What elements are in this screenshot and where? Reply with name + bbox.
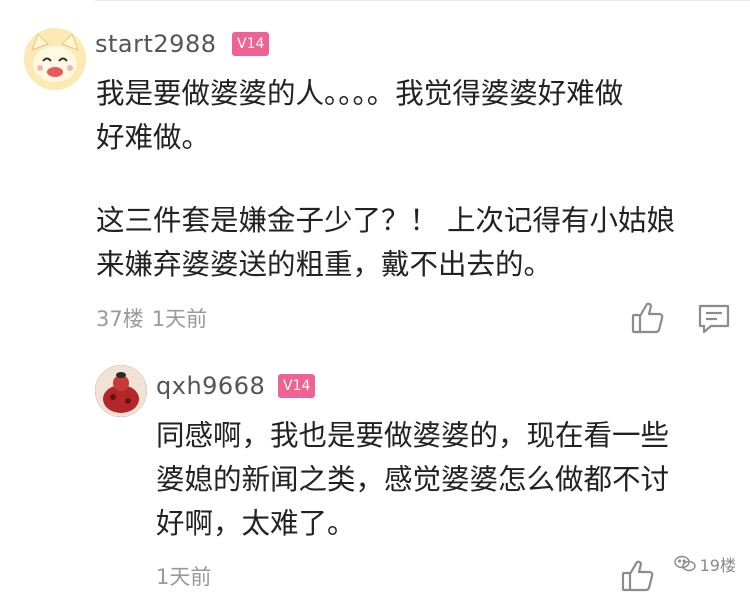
reply-line-2: 婆媳的新闻之类，感觉婆婆怎么做都不讨	[156, 463, 670, 496]
comment-line-4: 这三件套是嫌金子少了？！ 上次记得有小姑娘	[96, 204, 676, 237]
reply-line-1: 同感啊，我也是要做婆婆的，现在看一些	[156, 419, 670, 452]
comment-thread: start2988 V14 我是要做婆婆的人。。。。我觉得婆婆好难做 好难做。 …	[0, 0, 750, 596]
comment-icon[interactable]	[697, 302, 733, 338]
thumbs-up-icon[interactable]	[630, 300, 666, 336]
wechat-icon	[673, 555, 696, 572]
reply-time: 1天前	[156, 565, 212, 589]
thumbs-up-icon[interactable]	[620, 558, 656, 594]
comment-username[interactable]: start2988	[95, 30, 216, 58]
cartoon-cat-avatar-icon[interactable]	[24, 28, 86, 90]
comment-line-2: 好难做。	[96, 121, 211, 154]
level-badge: V14	[278, 374, 316, 398]
comment-line-5: 来嫌弃婆婆送的粗重，戴不出去的。	[96, 248, 553, 281]
level-badge: V14	[232, 32, 270, 56]
reply-line-3: 好啊，太难了。	[156, 507, 356, 540]
watermark-text: 19楼	[699, 556, 736, 575]
photo-avatar-icon[interactable]	[95, 365, 147, 417]
reply-username[interactable]: qxh9668	[156, 372, 265, 400]
watermark: 19楼	[673, 552, 736, 576]
divider	[95, 0, 750, 1]
comment-meta: 37楼 1天前	[96, 306, 215, 332]
floor-number: 37楼	[96, 307, 144, 331]
comment-time: 1天前	[151, 307, 208, 331]
comment-line-1: 我是要做婆婆的人。。。。我觉得婆婆好难做	[96, 77, 624, 110]
reply-meta: 1天前	[156, 564, 219, 590]
